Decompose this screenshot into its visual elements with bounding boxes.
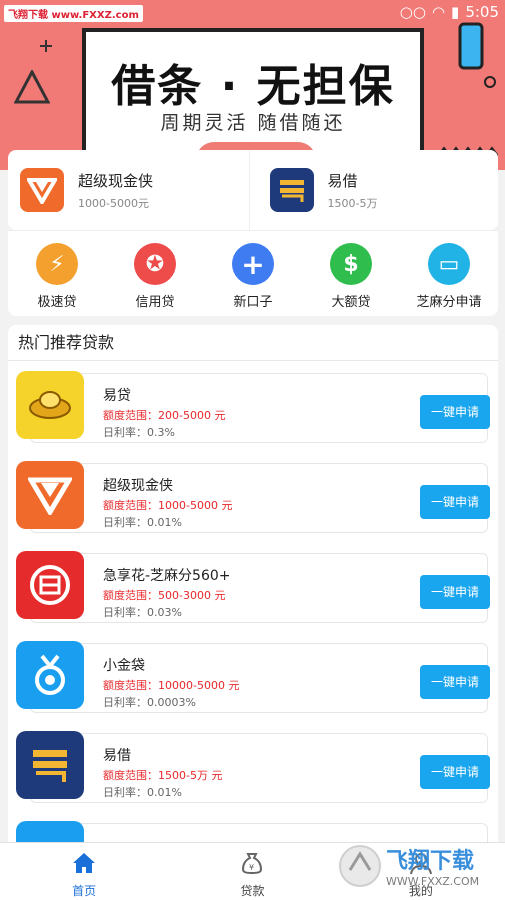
loan-range: 额度范围：500-3000 元 <box>103 589 226 602</box>
featured-name: 易借 <box>327 171 358 190</box>
category-sesame-apply[interactable]: ▭ 芝麻分申请 <box>404 243 494 316</box>
loan-rate: 日利率：0.3% <box>103 426 175 439</box>
medal-icon: ✪ <box>134 243 176 285</box>
category-credit-loan[interactable]: ✪ 信用贷 <box>110 243 200 316</box>
top-watermark: 飞翔下载 www.FXXZ.com <box>4 5 143 22</box>
loan-rate: 日利率：0.0003% <box>103 696 196 709</box>
loan-range: 额度范围：1000-5000 元 <box>103 499 233 512</box>
loan-range: 额度范围：10000-5000 元 <box>103 679 240 692</box>
loan-name: 易借 <box>103 748 131 764</box>
record-icon: ○○ <box>399 3 426 21</box>
apply-button[interactable]: 一键申请 <box>420 395 490 429</box>
loan-range: 额度范围：200-5000 元 <box>103 409 226 422</box>
loan-item[interactable]: 超级现金侠 额度范围：1000-5000 元 日利率：0.01% 一键申请 <box>16 461 490 533</box>
battery-icon: ▮ <box>451 3 460 21</box>
featured-item-cash-hero[interactable]: 超级现金侠 1000-5000元 <box>8 150 249 230</box>
status-time: 5:05 <box>465 3 499 21</box>
loan-item[interactable]: 小金袋 额度范围：10000-5000 元 日利率：0.0003% 一键申请 <box>16 641 490 713</box>
lightning-icon: ⚡ <box>36 243 78 285</box>
category-fast-loan[interactable]: ⚡ 极速贷 <box>12 243 102 316</box>
hot-loans-section: 热门推荐贷款 易贷 额度范围：200-5000 元 日利率：0.3% 一键申请 … <box>8 325 498 845</box>
shape-decoration <box>458 22 496 88</box>
status-bar: 飞翔下载 www.FXXZ.com ○○ ◠ ▮ 5:05 <box>0 0 505 26</box>
loan-item[interactable]: 急享花-芝麻分560+ 额度范围：500-3000 元 日利率：0.03% 一键… <box>16 551 490 623</box>
category-label: 极速贷 <box>37 295 77 310</box>
featured-item-yijie[interactable]: 易借 1500-5万 <box>248 150 499 230</box>
coin-logo <box>16 551 84 619</box>
featured-products: 超级现金侠 1000-5000元 易借 1500-5万 <box>8 150 498 230</box>
loan-name: 超级现金侠 <box>103 478 173 494</box>
home-icon <box>73 853 96 873</box>
apply-button[interactable]: 一键申请 <box>420 485 490 519</box>
category-large-loan[interactable]: $ 大额贷 <box>306 243 396 316</box>
cash-hero-logo <box>20 168 64 212</box>
loan-range: 额度范围：1500-5万 元 <box>103 769 223 782</box>
banner[interactable]: 飞翔下载 www.FXXZ.com ○○ ◠ ▮ 5:05 借条 · 无担保 周… <box>0 0 505 170</box>
cross-decoration <box>40 40 52 52</box>
nav-home[interactable]: 首页 <box>0 843 168 900</box>
medal-ring-logo <box>16 641 84 709</box>
card-icon: ▭ <box>428 243 470 285</box>
loan-name: 小金袋 <box>103 658 145 674</box>
cash-hero-logo <box>16 461 84 529</box>
category-label: 芝麻分申请 <box>416 295 482 310</box>
yijie-logo <box>269 168 314 212</box>
banner-subtitle: 周期灵活 随借随还 <box>160 112 346 134</box>
money-bag-icon: ¥ <box>242 853 263 875</box>
loan-name: 易贷 <box>103 388 131 404</box>
watermark-url: WWW.FXXZ.COM <box>386 875 479 888</box>
loan-item[interactable]: 易贷 额度范围：200-5000 元 日利率：0.3% 一键申请 <box>16 371 490 443</box>
featured-name: 超级现金侠 <box>78 171 154 190</box>
watermark-logo: 飞翔下载 WWW.FXXZ.COM <box>338 842 500 890</box>
status-icons: ○○ ◠ ▮ 5:05 <box>400 3 499 21</box>
category-new[interactable]: + 新口子 <box>208 243 298 316</box>
wifi-icon: ◠ <box>431 3 446 21</box>
category-bar: ⚡ 极速贷 ✪ 信用贷 + 新口子 $ 大额贷 ▭ 芝麻分申请 <box>8 230 498 316</box>
featured-range: 1000-5000元 <box>78 196 149 210</box>
plus-icon: + <box>232 243 274 285</box>
banner-title: 借条 · 无担保 <box>111 61 395 112</box>
nav-label: 贷款 <box>240 884 265 898</box>
watermark-title: 飞翔下载 <box>386 848 474 874</box>
loan-item[interactable]: 易借 额度范围：1500-5万 元 日利率：0.01% 一键申请 <box>16 731 490 803</box>
apply-button[interactable]: 一键申请 <box>420 575 490 609</box>
category-label: 信用贷 <box>135 295 175 310</box>
gold-ingot-logo <box>16 371 84 439</box>
loan-rate: 日利率：0.03% <box>103 606 182 619</box>
loan-rate: 日利率：0.01% <box>103 786 182 799</box>
featured-range: 1500-5万 <box>327 196 378 210</box>
nav-loans[interactable]: ¥ 贷款 <box>168 843 336 900</box>
yijie-logo <box>16 731 84 799</box>
category-label: 大额贷 <box>331 295 371 310</box>
category-label: 新口子 <box>233 295 273 310</box>
loan-name: 急享花-芝麻分560+ <box>103 568 231 584</box>
money-bag-icon: $ <box>330 243 372 285</box>
svg-text:¥: ¥ <box>249 863 254 872</box>
nav-label: 首页 <box>72 884 97 898</box>
triangle-decoration <box>14 70 50 104</box>
loan-rate: 日利率：0.01% <box>103 516 182 529</box>
apply-button[interactable]: 一键申请 <box>420 755 490 789</box>
section-title: 热门推荐贷款 <box>8 325 498 361</box>
apply-button[interactable]: 一键申请 <box>420 665 490 699</box>
banner-card: 借条 · 无担保 周期灵活 随借随还 点击申请 <box>82 28 424 170</box>
